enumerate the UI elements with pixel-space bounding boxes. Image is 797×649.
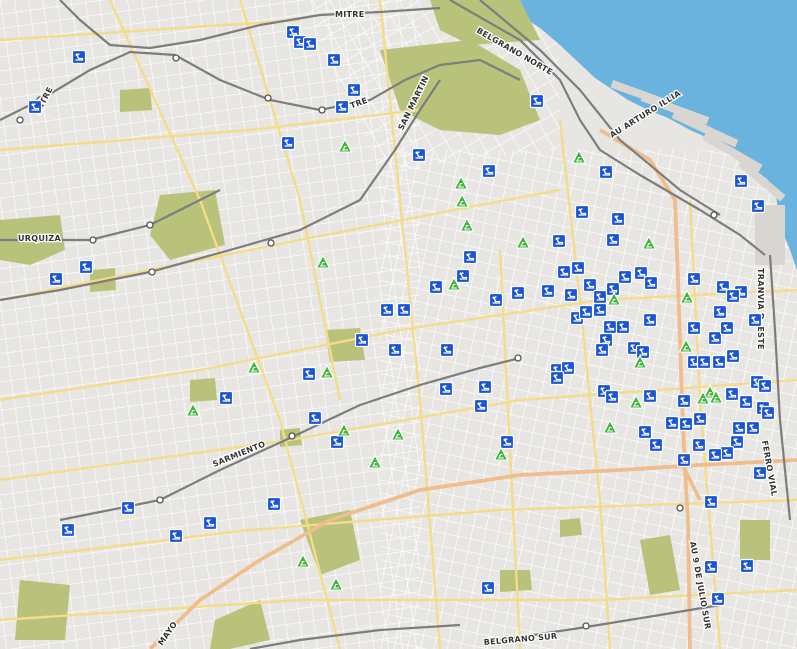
blue-square-marker-icon[interactable] — [604, 389, 620, 405]
blue-square-marker-icon[interactable] — [551, 233, 567, 249]
blue-square-marker-icon[interactable] — [747, 312, 763, 328]
blue-square-marker-icon[interactable] — [686, 320, 702, 336]
map-view[interactable]: MITRE MITRE TRE BELGRANO NORTE SAN MARTI… — [0, 0, 797, 649]
blue-square-marker-icon[interactable] — [529, 93, 545, 109]
blue-square-marker-icon[interactable] — [733, 173, 749, 189]
blue-square-marker-icon[interactable] — [752, 465, 768, 481]
blue-square-marker-icon[interactable] — [78, 259, 94, 275]
blue-square-marker-icon[interactable] — [664, 415, 680, 431]
blue-square-marker-icon[interactable] — [731, 420, 747, 436]
blue-square-marker-icon[interactable] — [510, 285, 526, 301]
blue-square-marker-icon[interactable] — [711, 354, 727, 370]
blue-square-marker-icon[interactable] — [707, 330, 723, 346]
blue-square-marker-icon[interactable] — [692, 411, 708, 427]
blue-square-marker-icon[interactable] — [637, 424, 653, 440]
blue-square-marker-icon[interactable] — [481, 163, 497, 179]
blue-square-marker-icon[interactable] — [48, 271, 64, 287]
blue-square-marker-icon[interactable] — [480, 580, 496, 596]
blue-square-marker-icon[interactable] — [719, 320, 735, 336]
blue-square-marker-icon[interactable] — [725, 348, 741, 364]
blue-square-marker-icon[interactable] — [605, 232, 621, 248]
blue-square-marker-icon[interactable] — [642, 388, 658, 404]
map-canvas[interactable]: MITRE MITRE TRE BELGRANO NORTE SAN MARTI… — [0, 0, 797, 649]
blue-square-marker-icon[interactable] — [120, 500, 136, 516]
blue-square-marker-icon[interactable] — [738, 394, 754, 410]
blue-square-marker-icon[interactable] — [610, 211, 626, 227]
blue-square-marker-icon[interactable] — [598, 164, 614, 180]
blue-square-marker-icon[interactable] — [594, 342, 610, 358]
label-mitre-top: MITRE — [335, 10, 365, 19]
blue-square-marker-icon[interactable] — [724, 386, 740, 402]
blue-square-marker-icon[interactable] — [635, 344, 651, 360]
blue-square-marker-icon[interactable] — [334, 99, 350, 115]
blue-square-marker-icon[interactable] — [642, 312, 658, 328]
blue-square-marker-icon[interactable] — [379, 302, 395, 318]
blue-square-marker-icon[interactable] — [326, 52, 342, 68]
blue-square-marker-icon[interactable] — [686, 271, 702, 287]
blue-square-marker-icon[interactable] — [745, 420, 761, 436]
blue-square-marker-icon[interactable] — [574, 204, 590, 220]
blue-square-marker-icon[interactable] — [592, 302, 608, 318]
blue-square-marker-icon[interactable] — [578, 304, 594, 320]
blue-square-marker-icon[interactable] — [280, 135, 296, 151]
blue-square-marker-icon[interactable] — [168, 528, 184, 544]
blue-square-marker-icon[interactable] — [27, 99, 43, 115]
blue-square-marker-icon[interactable] — [71, 49, 87, 65]
blue-square-marker-icon[interactable] — [411, 147, 427, 163]
blue-square-marker-icon[interactable] — [678, 416, 694, 432]
blue-square-marker-icon[interactable] — [602, 319, 618, 335]
blue-square-marker-icon[interactable] — [703, 559, 719, 575]
blue-square-marker-icon[interactable] — [556, 264, 572, 280]
blue-square-marker-icon[interactable] — [488, 292, 504, 308]
blue-square-marker-icon[interactable] — [60, 522, 76, 538]
blue-square-marker-icon[interactable] — [676, 452, 692, 468]
blue-square-marker-icon[interactable] — [396, 302, 412, 318]
blue-square-marker-icon[interactable] — [592, 289, 608, 305]
blue-square-marker-icon[interactable] — [218, 390, 234, 406]
blue-square-marker-icon[interactable] — [703, 494, 719, 510]
blue-square-marker-icon[interactable] — [707, 447, 723, 463]
blue-square-marker-icon[interactable] — [725, 288, 741, 304]
blue-square-marker-icon[interactable] — [329, 434, 345, 450]
blue-square-marker-icon[interactable] — [301, 366, 317, 382]
blue-square-marker-icon[interactable] — [307, 410, 323, 426]
label-urquiza: URQUIZA — [18, 234, 62, 243]
blue-square-marker-icon[interactable] — [750, 198, 766, 214]
blue-square-marker-icon[interactable] — [549, 370, 565, 386]
blue-square-marker-icon[interactable] — [462, 249, 478, 265]
blue-square-marker-icon[interactable] — [570, 260, 586, 276]
blue-square-marker-icon[interactable] — [202, 515, 218, 531]
blue-square-marker-icon[interactable] — [691, 437, 707, 453]
blue-square-marker-icon[interactable] — [540, 283, 556, 299]
blue-square-marker-icon[interactable] — [710, 591, 726, 607]
blue-square-marker-icon[interactable] — [302, 36, 318, 52]
blue-square-marker-icon[interactable] — [438, 381, 454, 397]
blue-square-marker-icon[interactable] — [719, 445, 735, 461]
blue-square-marker-icon[interactable] — [739, 558, 755, 574]
blue-square-marker-icon[interactable] — [643, 275, 659, 291]
blue-square-marker-icon[interactable] — [439, 342, 455, 358]
blue-square-marker-icon[interactable] — [387, 342, 403, 358]
blue-square-marker-icon[interactable] — [455, 268, 471, 284]
blue-square-marker-icon[interactable] — [648, 437, 664, 453]
blue-square-marker-icon[interactable] — [266, 496, 282, 512]
blue-square-marker-icon[interactable] — [757, 378, 773, 394]
blue-square-marker-icon[interactable] — [760, 405, 776, 421]
blue-square-marker-icon[interactable] — [712, 304, 728, 320]
blue-square-marker-icon[interactable] — [676, 393, 692, 409]
blue-square-marker-icon[interactable] — [696, 354, 712, 370]
blue-square-marker-icon[interactable] — [499, 434, 515, 450]
blue-square-marker-icon[interactable] — [582, 277, 598, 293]
blue-square-marker-icon[interactable] — [477, 379, 493, 395]
blue-square-marker-icon[interactable] — [346, 82, 362, 98]
blue-square-marker-icon[interactable] — [563, 287, 579, 303]
blue-square-marker-icon[interactable] — [473, 398, 489, 414]
blue-square-marker-icon[interactable] — [615, 319, 631, 335]
label-tranvia-del-este: TRANVIA D. ESTE — [756, 268, 765, 350]
blue-square-marker-icon[interactable] — [617, 269, 633, 285]
blue-square-marker-icon[interactable] — [428, 279, 444, 295]
blue-square-marker-icon[interactable] — [354, 332, 370, 348]
